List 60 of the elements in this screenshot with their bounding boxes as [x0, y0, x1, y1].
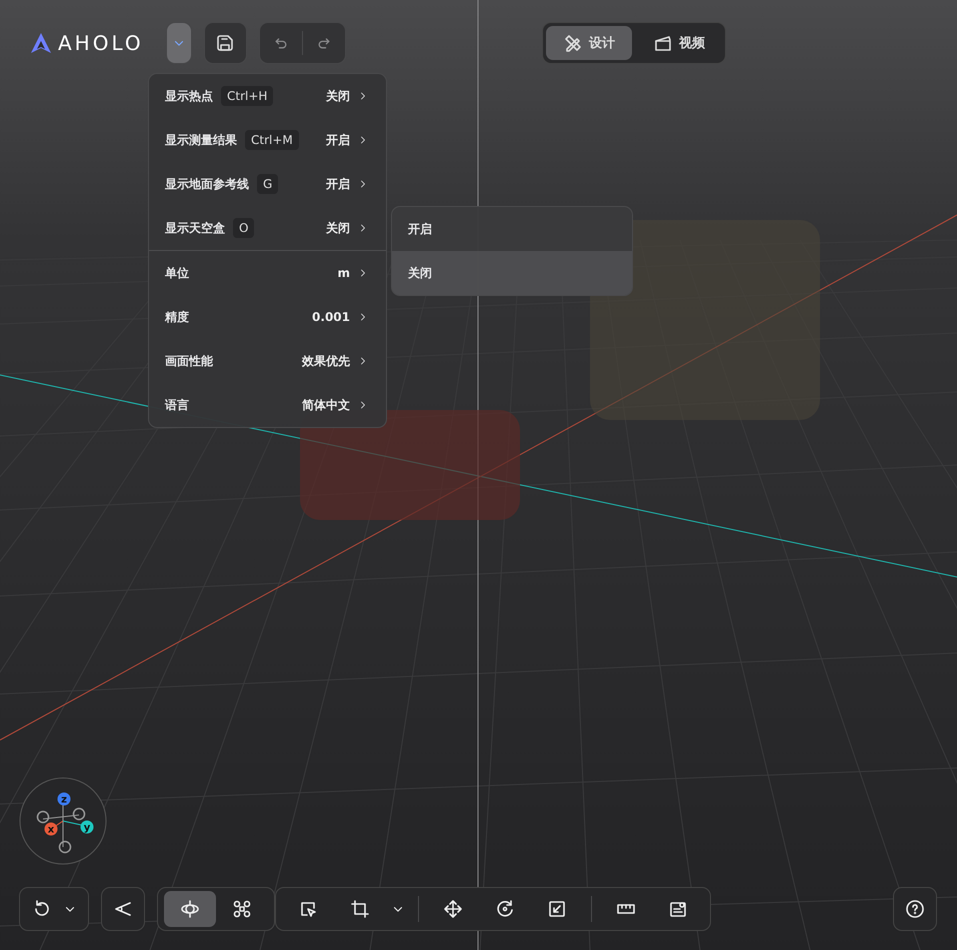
select-cursor-icon [298, 899, 318, 919]
menu-item-label: 显示测量结果 [165, 132, 237, 148]
shortcut-key: G [257, 174, 278, 194]
chevron-right-icon [358, 135, 368, 145]
menu-item[interactable]: 显示地面参考线 G 开启 [149, 162, 386, 206]
pencil-ruler-icon [563, 33, 583, 53]
crop-icon [350, 899, 370, 919]
menu-item-value: 关闭 [326, 88, 350, 104]
axis-gizmo: z x y [19, 777, 107, 865]
move-arrows-icon [443, 899, 463, 919]
rotate-icon [495, 899, 515, 919]
mode-tab[interactable]: 设计 [546, 26, 632, 60]
shortcut-key: Ctrl+M [245, 130, 299, 150]
drone-icon [232, 899, 252, 919]
submenu-item[interactable]: 关闭 [392, 251, 632, 295]
tool-button[interactable] [164, 891, 216, 927]
chevron-right-icon [358, 268, 368, 278]
shortcut-key: Ctrl+H [221, 86, 274, 106]
save-icon [215, 33, 236, 53]
chevron-right-icon [358, 312, 368, 322]
app-logo: AHOLO [30, 31, 144, 55]
menu-item[interactable]: 显示天空盒 O 关闭 [149, 206, 386, 250]
menu-item-value: 简体中文 [302, 396, 350, 414]
menu-item[interactable]: 画面性能 效果优先 [149, 339, 386, 383]
menu-item[interactable]: 精度 0.001 [149, 295, 386, 339]
menu-item-label: 精度 [165, 308, 189, 326]
menu-item-value: 关闭 [326, 220, 350, 236]
mode-tab[interactable]: 视频 [636, 26, 722, 60]
reset-rotate-icon [32, 899, 52, 919]
submenu-item[interactable]: 开启 [392, 207, 632, 251]
orbit-icon [180, 899, 200, 919]
menu-item-value: 开启 [326, 132, 350, 148]
menu-item[interactable]: 显示热点 Ctrl+H 关闭 [149, 74, 386, 118]
menu-item-label: 显示天空盒 [165, 220, 225, 236]
menu-item-label: 单位 [165, 264, 189, 282]
menu-item-value: 开启 [326, 176, 350, 192]
view-angle-button[interactable] [101, 887, 145, 931]
menu-item-label: 画面性能 [165, 352, 213, 370]
eye-angle-icon [113, 899, 133, 919]
chevron-right-icon [358, 179, 368, 189]
menu-item-value: 0.001 [312, 310, 350, 324]
logo-icon [30, 32, 52, 54]
save-button[interactable] [204, 22, 247, 64]
menu-item-label: 语言 [165, 396, 189, 414]
menu-item-label: 显示地面参考线 [165, 176, 249, 192]
menu-item-value: m [337, 266, 350, 280]
chevron-right-icon [358, 91, 368, 101]
chevron-right-icon [358, 223, 368, 233]
chevron-right-icon [358, 356, 368, 366]
menu-item-value: 效果优先 [302, 352, 350, 370]
clapperboard-icon [653, 33, 673, 53]
chevron-right-icon [358, 400, 368, 410]
help-button[interactable] [893, 887, 937, 931]
annotation-icon [668, 899, 688, 919]
menu-item-label: 显示热点 [165, 88, 213, 104]
menu-item[interactable]: 单位 m [149, 251, 386, 295]
help-icon [905, 899, 925, 919]
menu-item[interactable]: 语言 简体中文 [149, 383, 386, 427]
shortcut-key: O [233, 218, 254, 238]
menu-item[interactable]: 显示测量结果 Ctrl+M 开启 [149, 118, 386, 162]
